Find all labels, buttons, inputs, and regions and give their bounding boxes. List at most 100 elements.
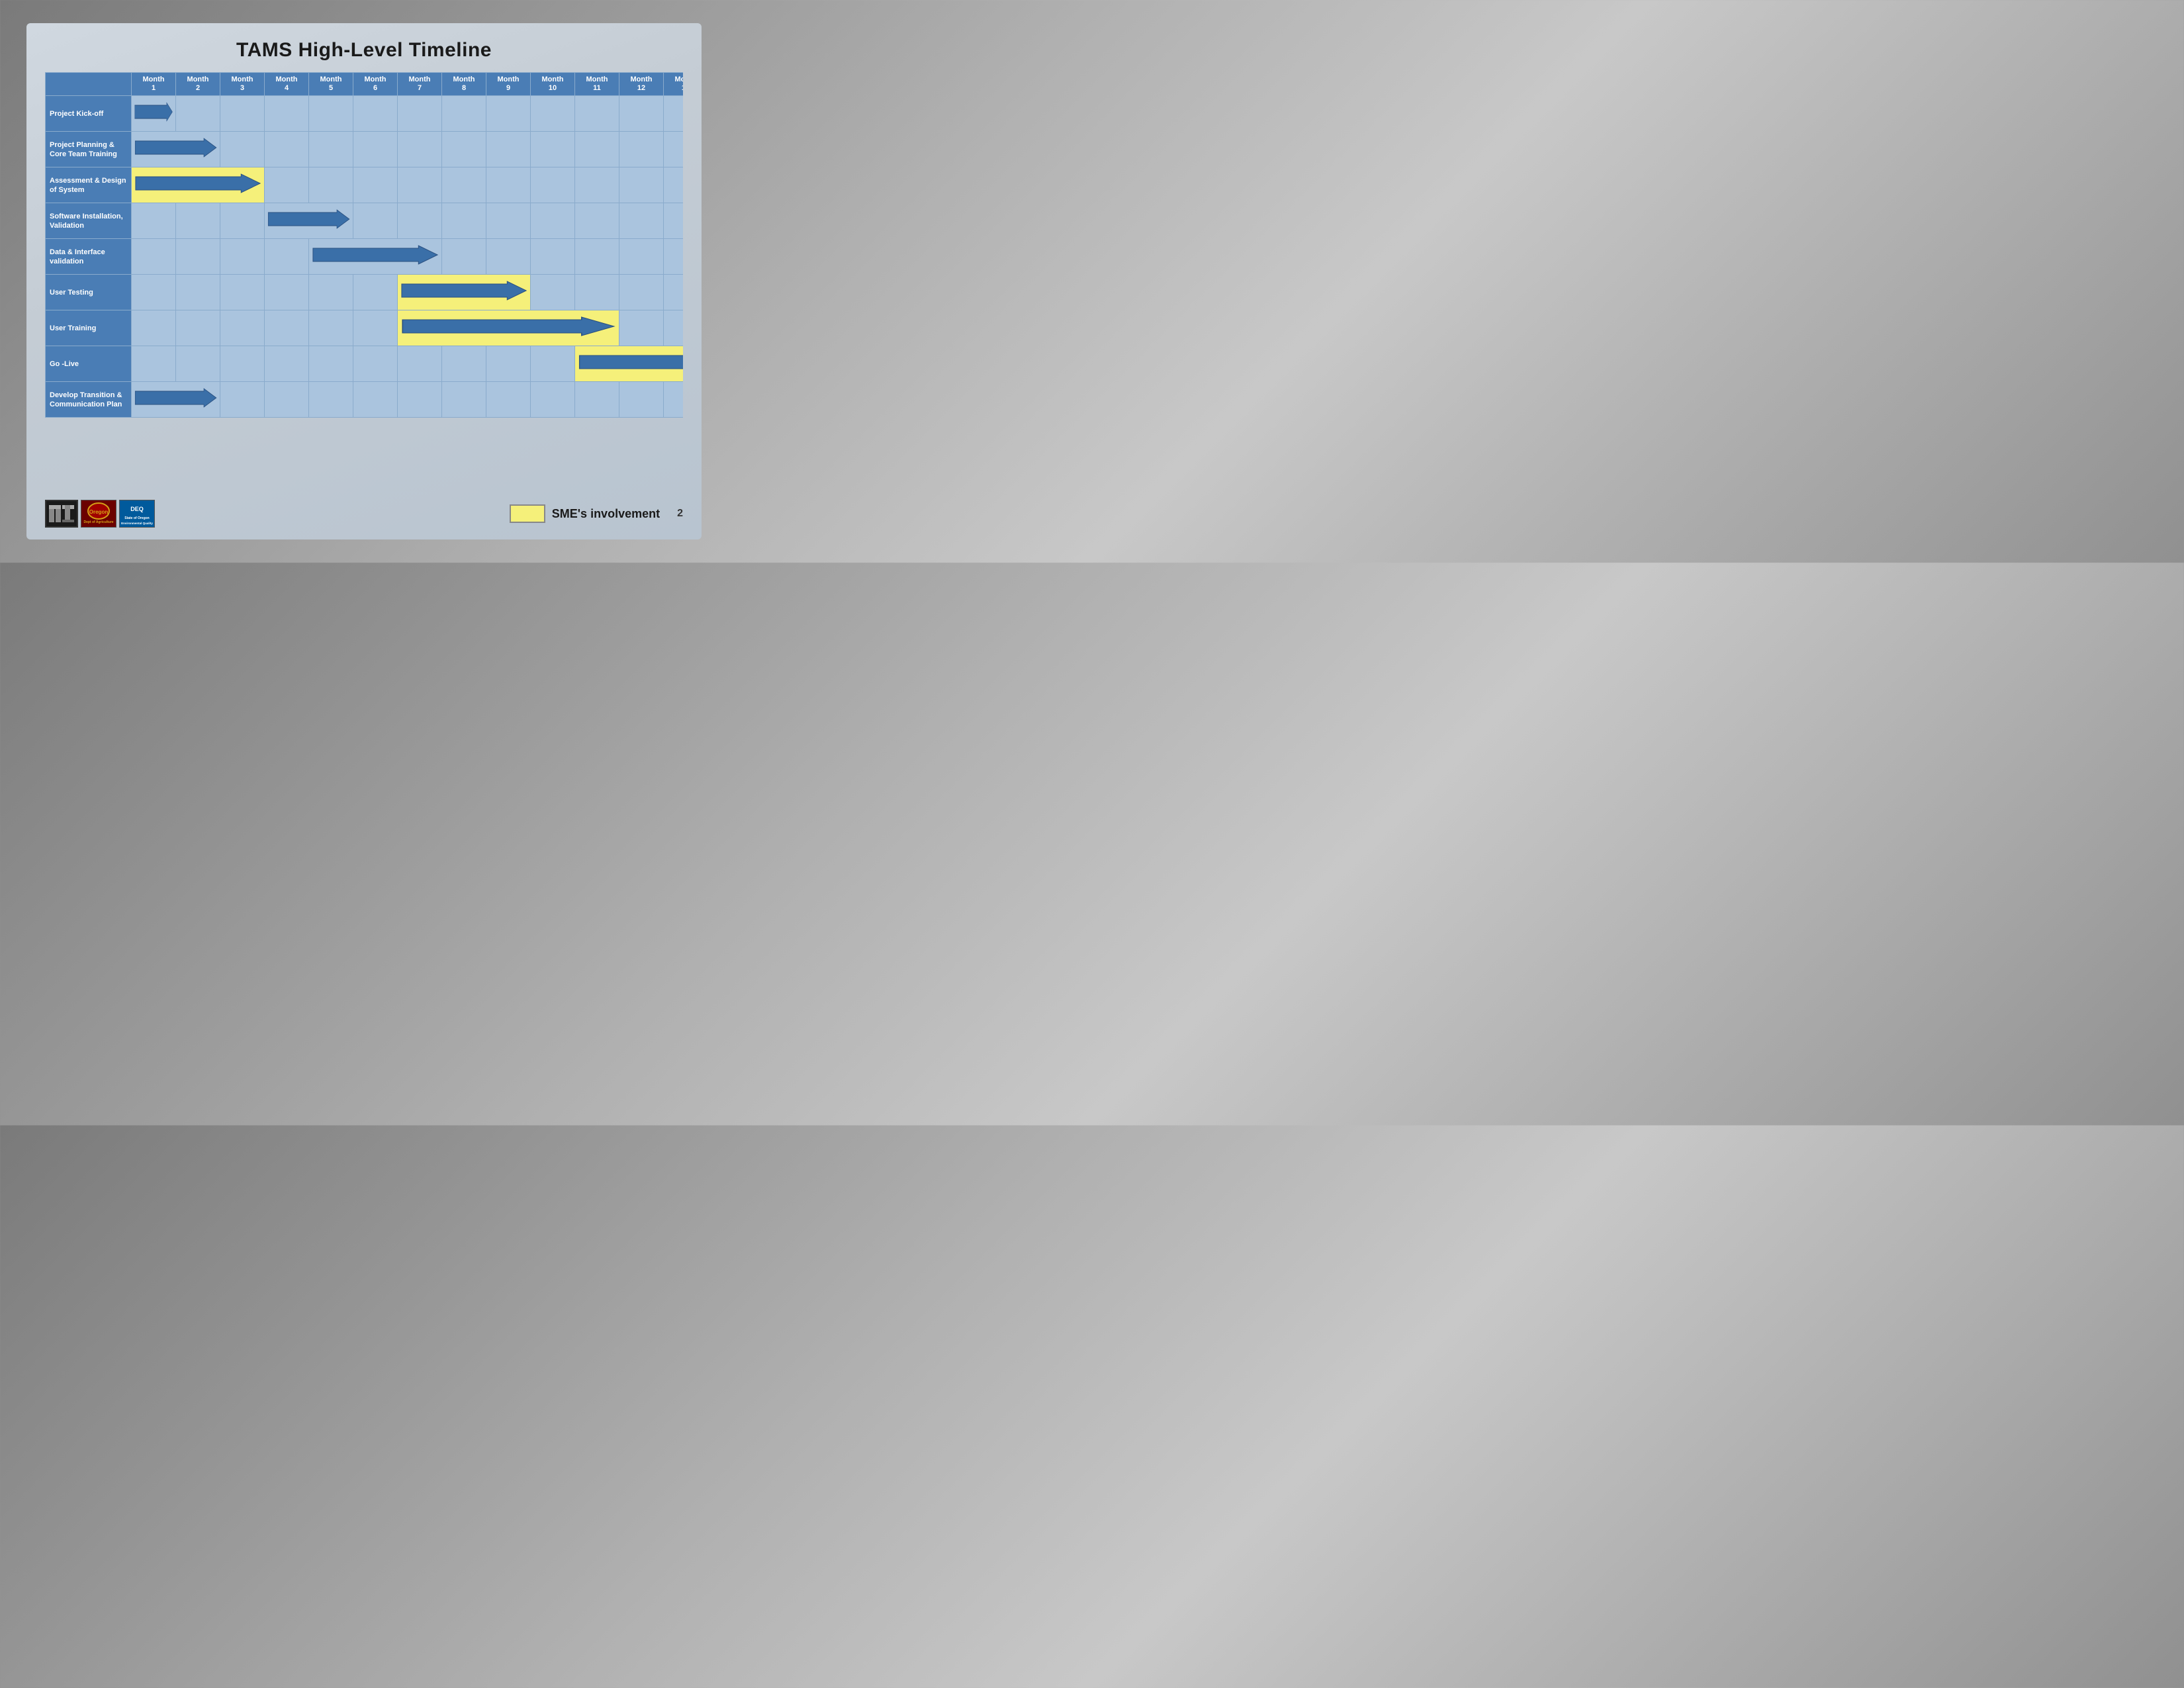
legend-label: SME's involvement [552, 507, 660, 521]
cell-data-month-13 [664, 239, 684, 275]
cell-planning-month-6 [353, 132, 398, 167]
cell-assessment-month-4 [265, 167, 309, 203]
month-header-7: Month7 [398, 73, 442, 96]
cell-golive-month-10 [531, 346, 575, 382]
cell-assessment-month-11 [575, 167, 619, 203]
cell-planning-month-11 [575, 132, 619, 167]
cell-user-testing-month-13 [664, 275, 684, 310]
cell-software-month-6 [353, 203, 398, 239]
cell-assessment-month-9 [486, 167, 531, 203]
cell-kickoff-month-12 [619, 96, 664, 132]
cell-develop-month-13 [664, 382, 684, 418]
row-user-training: User Training [46, 310, 684, 346]
cell-software-month-7 [398, 203, 442, 239]
cell-planning-month-13 [664, 132, 684, 167]
cell-user-testing-month-1 [132, 275, 176, 310]
task-header [46, 73, 132, 96]
task-label-kickoff: Project Kick-off [46, 96, 132, 132]
cell-develop-month-8 [442, 382, 486, 418]
cell-develop-month-9 [486, 382, 531, 418]
cell-user-testing-month-2 [176, 275, 220, 310]
cell-develop-month-10 [531, 382, 575, 418]
cell-kickoff-month-5 [309, 96, 353, 132]
month-header-9: Month9 [486, 73, 531, 96]
month-header-12: Month12 [619, 73, 664, 96]
cell-golive-month-4 [265, 346, 309, 382]
cell-user-testing-month-11 [575, 275, 619, 310]
cell-user-training-month-7 [398, 310, 619, 346]
month-header-5: Month5 [309, 73, 353, 96]
cell-user-training-month-6 [353, 310, 398, 346]
cell-kickoff-month-7 [398, 96, 442, 132]
cell-golive-month-5 [309, 346, 353, 382]
row-data: Data & Interface validation [46, 239, 684, 275]
cell-golive-month-11 [575, 346, 684, 382]
cell-assessment-month-13 [664, 167, 684, 203]
cell-develop-month-1 [132, 382, 220, 418]
cell-data-month-9 [486, 239, 531, 275]
month-header-8: Month8 [442, 73, 486, 96]
page-number: 2 [677, 508, 683, 520]
month-header-3: Month3 [220, 73, 265, 96]
cell-kickoff-month-13 [664, 96, 684, 132]
cell-user-testing-month-12 [619, 275, 664, 310]
cell-user-testing-month-6 [353, 275, 398, 310]
cell-golive-month-1 [132, 346, 176, 382]
cell-assessment-month-6 [353, 167, 398, 203]
legend-sme-box [510, 504, 545, 523]
cell-golive-month-2 [176, 346, 220, 382]
cell-kickoff-month-6 [353, 96, 398, 132]
cell-golive-month-3 [220, 346, 265, 382]
task-label-develop: Develop Transition & Communication Plan [46, 382, 132, 418]
cell-kickoff-month-10 [531, 96, 575, 132]
cell-planning-month-12 [619, 132, 664, 167]
cell-assessment-month-1 [132, 167, 265, 203]
row-kickoff: Project Kick-off [46, 96, 684, 132]
cell-data-month-5 [309, 239, 442, 275]
cell-develop-month-5 [309, 382, 353, 418]
cell-user-training-month-3 [220, 310, 265, 346]
svg-text:Dept of Agriculture: Dept of Agriculture [83, 520, 113, 524]
task-label-user-training: User Training [46, 310, 132, 346]
cell-software-month-8 [442, 203, 486, 239]
cell-assessment-month-12 [619, 167, 664, 203]
cell-data-month-10 [531, 239, 575, 275]
logos: Oregon Dept of Agriculture DEQ State of … [45, 500, 155, 528]
row-golive: Go -Live [46, 346, 684, 382]
cell-kickoff-month-4 [265, 96, 309, 132]
cell-planning-month-10 [531, 132, 575, 167]
cell-data-month-1 [132, 239, 176, 275]
cell-planning-month-1 [132, 132, 220, 167]
row-assessment: Assessment & Design of System [46, 167, 684, 203]
legend: SME's involvement 2 [510, 504, 683, 523]
row-user-testing: User Testing [46, 275, 684, 310]
cell-data-month-3 [220, 239, 265, 275]
cell-software-month-9 [486, 203, 531, 239]
cell-planning-month-4 [265, 132, 309, 167]
cell-software-month-1 [132, 203, 176, 239]
cell-assessment-month-8 [442, 167, 486, 203]
cell-planning-month-5 [309, 132, 353, 167]
month-header-13: Month13 [664, 73, 684, 96]
cell-software-month-13 [664, 203, 684, 239]
cell-user-testing-month-5 [309, 275, 353, 310]
month-header-2: Month2 [176, 73, 220, 96]
cell-assessment-month-10 [531, 167, 575, 203]
gantt-wrapper: Month1 Month2 Month3 Month4 Month5 Month… [45, 72, 683, 491]
cell-data-month-2 [176, 239, 220, 275]
cell-develop-month-11 [575, 382, 619, 418]
cell-data-month-8 [442, 239, 486, 275]
cell-planning-month-3 [220, 132, 265, 167]
cell-kickoff-month-8 [442, 96, 486, 132]
cell-software-month-3 [220, 203, 265, 239]
cell-golive-month-7 [398, 346, 442, 382]
cell-user-testing-month-7 [398, 275, 531, 310]
month-header-11: Month11 [575, 73, 619, 96]
cell-user-training-month-12 [619, 310, 664, 346]
cell-assessment-month-7 [398, 167, 442, 203]
svg-text:DEQ: DEQ [130, 506, 144, 512]
task-label-golive: Go -Live [46, 346, 132, 382]
svg-text:State of Oregon: State of Oregon [124, 516, 150, 520]
row-develop: Develop Transition & Communication Plan [46, 382, 684, 418]
cell-kickoff-month-9 [486, 96, 531, 132]
